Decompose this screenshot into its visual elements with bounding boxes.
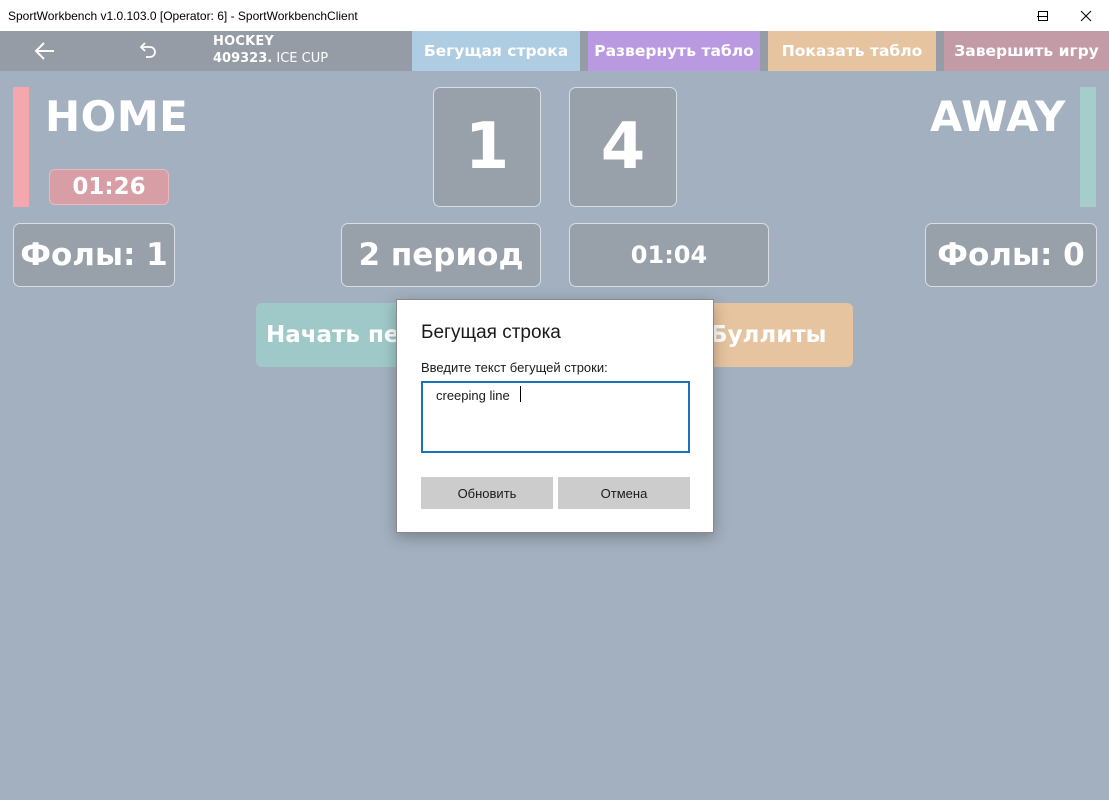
start-period-button[interactable]: Начать пе xyxy=(256,303,406,367)
game-clock[interactable]: 01:04 xyxy=(569,223,769,287)
home-penalty-timer[interactable]: 01:26 xyxy=(49,169,169,205)
marquee-text-input[interactable] xyxy=(421,381,690,453)
game-id: 409323. xyxy=(213,51,273,66)
dialog-label: Введите текст бегущей строки: xyxy=(421,360,608,375)
home-team-name: HOME xyxy=(45,92,189,141)
dialog-title: Бегущая строка xyxy=(421,322,561,343)
away-score[interactable]: 4 xyxy=(569,87,677,207)
expand-board-button[interactable]: Развернуть табло xyxy=(588,31,760,71)
arrow-left-icon xyxy=(34,42,54,60)
maximize-button-area[interactable] xyxy=(1020,0,1066,31)
away-team-name: AWAY xyxy=(930,92,1066,141)
away-color-bar xyxy=(1080,87,1096,207)
end-game-button[interactable]: Завершить игру xyxy=(944,31,1109,71)
cancel-button[interactable]: Отмена xyxy=(558,477,690,509)
home-color-bar xyxy=(13,87,29,207)
home-score[interactable]: 1 xyxy=(433,87,541,207)
marquee-dialog: Бегущая строка Введите текст бегущей стр… xyxy=(396,299,714,533)
maximize-icon xyxy=(1038,10,1048,21)
window-titlebar: SportWorkbench v1.0.103.0 [Operator: 6] … xyxy=(0,0,1109,31)
close-icon xyxy=(1080,10,1092,21)
close-button[interactable] xyxy=(1063,0,1109,31)
period-indicator[interactable]: 2 период xyxy=(341,223,541,287)
sport-name: HOCKEY xyxy=(213,34,275,49)
game-info: HOCKEY 409323. ICE CUP xyxy=(213,34,328,68)
text-caret xyxy=(520,386,521,402)
marquee-button[interactable]: Бегущая строка xyxy=(412,31,580,71)
show-board-button[interactable]: Показать табло xyxy=(768,31,936,71)
undo-icon xyxy=(139,42,156,58)
away-fouls[interactable]: Фолы: 0 xyxy=(925,223,1097,287)
shootout-button[interactable]: Буллиты xyxy=(700,303,853,367)
home-fouls[interactable]: Фолы: 1 xyxy=(13,223,175,287)
update-button[interactable]: Обновить xyxy=(421,477,553,509)
tournament-name: ICE CUP xyxy=(276,51,329,66)
back-button[interactable] xyxy=(25,31,65,71)
window-title: SportWorkbench v1.0.103.0 [Operator: 6] … xyxy=(8,8,358,23)
undo-button[interactable] xyxy=(128,31,168,71)
